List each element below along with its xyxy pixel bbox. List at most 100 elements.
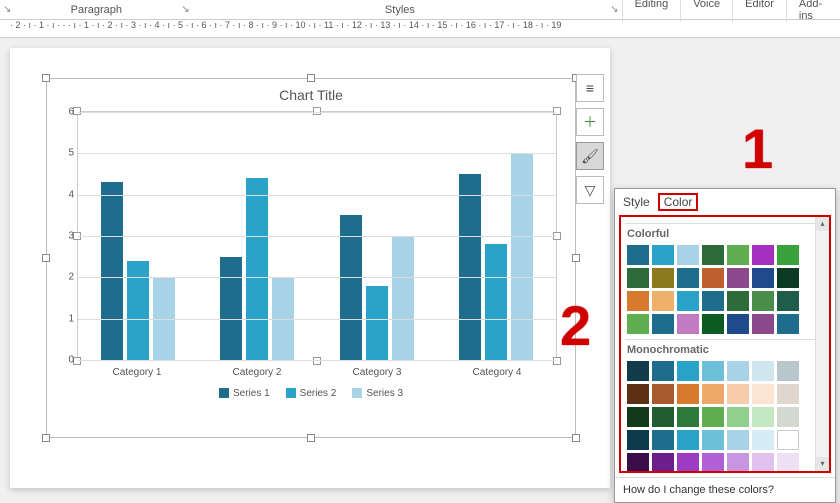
bar[interactable] bbox=[366, 286, 388, 360]
color-swatch[interactable] bbox=[727, 291, 749, 311]
color-swatch[interactable] bbox=[752, 361, 774, 381]
color-swatch[interactable] bbox=[652, 407, 674, 427]
color-swatch[interactable] bbox=[777, 453, 799, 473]
palette-row[interactable] bbox=[627, 430, 811, 450]
color-swatch[interactable] bbox=[752, 291, 774, 311]
color-swatch[interactable] bbox=[652, 268, 674, 288]
chart-object[interactable]: Chart Title 0123456 Category 1Category 2… bbox=[46, 78, 576, 438]
selection-handle[interactable] bbox=[42, 434, 50, 442]
ribbon-group-editor[interactable]: Editor bbox=[732, 0, 786, 22]
color-swatch[interactable] bbox=[777, 430, 799, 450]
color-swatch[interactable] bbox=[652, 361, 674, 381]
color-swatch[interactable] bbox=[777, 268, 799, 288]
color-swatch[interactable] bbox=[627, 361, 649, 381]
color-swatch[interactable] bbox=[677, 430, 699, 450]
bar[interactable] bbox=[101, 182, 123, 360]
palette-row[interactable] bbox=[627, 361, 811, 381]
selection-handle[interactable] bbox=[572, 434, 580, 442]
palette-row[interactable] bbox=[627, 453, 811, 473]
color-swatch[interactable] bbox=[777, 291, 799, 311]
bar[interactable] bbox=[459, 174, 481, 360]
bar[interactable] bbox=[127, 261, 149, 360]
color-swatch[interactable] bbox=[652, 245, 674, 265]
styles-launcher2-icon[interactable]: ↘ bbox=[607, 4, 621, 15]
selection-handle[interactable] bbox=[42, 74, 50, 82]
color-swatch[interactable] bbox=[777, 384, 799, 404]
bar[interactable] bbox=[485, 244, 507, 360]
legend-item[interactable]: Series 1 bbox=[219, 388, 270, 399]
color-swatch[interactable] bbox=[752, 384, 774, 404]
legend-item[interactable]: Series 3 bbox=[352, 388, 403, 399]
color-swatch[interactable] bbox=[652, 314, 674, 334]
color-swatch[interactable] bbox=[752, 407, 774, 427]
color-swatch[interactable] bbox=[652, 291, 674, 311]
tab-style[interactable]: Style bbox=[623, 195, 650, 209]
color-swatch[interactable] bbox=[777, 407, 799, 427]
color-swatch[interactable] bbox=[677, 314, 699, 334]
color-swatch[interactable] bbox=[677, 291, 699, 311]
color-swatch[interactable] bbox=[677, 407, 699, 427]
color-swatch[interactable] bbox=[702, 407, 724, 427]
chart-legend[interactable]: Series 1 Series 2 Series 3 bbox=[47, 388, 575, 399]
color-swatch[interactable] bbox=[702, 384, 724, 404]
layout-options-button[interactable]: ≡ bbox=[576, 74, 604, 102]
color-swatch[interactable] bbox=[677, 453, 699, 473]
palette-row[interactable] bbox=[627, 407, 811, 427]
plot-area[interactable]: 0123456 bbox=[77, 111, 557, 361]
color-swatch[interactable] bbox=[702, 314, 724, 334]
scroll-down-icon[interactable]: ▾ bbox=[816, 457, 829, 471]
color-swatch[interactable] bbox=[727, 407, 749, 427]
color-swatch[interactable] bbox=[677, 384, 699, 404]
color-swatch[interactable] bbox=[752, 245, 774, 265]
color-swatch[interactable] bbox=[627, 291, 649, 311]
paragraph-launcher-icon[interactable]: ↘ bbox=[0, 4, 14, 15]
selection-handle[interactable] bbox=[42, 254, 50, 262]
panel-scrollbar[interactable]: ▴ ▾ bbox=[815, 217, 829, 471]
chart-styles-button[interactable]: 🖌 bbox=[576, 142, 604, 170]
horizontal-ruler[interactable]: · 2 · ı · 1 · ı · · · ı · 1 · ı · 2 · ı … bbox=[0, 20, 840, 38]
styles-launcher-icon[interactable]: ↘ bbox=[178, 4, 192, 15]
color-swatch[interactable] bbox=[727, 384, 749, 404]
color-swatch[interactable] bbox=[627, 314, 649, 334]
color-swatch[interactable] bbox=[627, 384, 649, 404]
scroll-up-icon[interactable]: ▴ bbox=[816, 217, 829, 231]
bar[interactable] bbox=[340, 215, 362, 360]
color-swatch[interactable] bbox=[627, 268, 649, 288]
color-swatch[interactable] bbox=[777, 361, 799, 381]
bar[interactable] bbox=[392, 236, 414, 360]
color-swatch[interactable] bbox=[702, 245, 724, 265]
color-swatch[interactable] bbox=[727, 268, 749, 288]
legend-item[interactable]: Series 2 bbox=[286, 388, 337, 399]
color-swatch[interactable] bbox=[702, 430, 724, 450]
palette-row[interactable] bbox=[627, 314, 811, 334]
selection-handle[interactable] bbox=[307, 74, 315, 82]
color-swatch[interactable] bbox=[677, 361, 699, 381]
color-swatch[interactable] bbox=[702, 291, 724, 311]
bar[interactable] bbox=[246, 178, 268, 360]
color-swatch[interactable] bbox=[777, 245, 799, 265]
color-swatch[interactable] bbox=[627, 453, 649, 473]
color-swatch[interactable] bbox=[752, 430, 774, 450]
color-swatch[interactable] bbox=[702, 453, 724, 473]
color-swatch[interactable] bbox=[627, 430, 649, 450]
selection-handle[interactable] bbox=[572, 254, 580, 262]
tab-color[interactable]: Color bbox=[658, 193, 699, 211]
color-swatch[interactable] bbox=[727, 430, 749, 450]
color-swatch[interactable] bbox=[652, 384, 674, 404]
bar[interactable] bbox=[511, 153, 533, 360]
color-swatch[interactable] bbox=[727, 453, 749, 473]
color-swatch[interactable] bbox=[727, 314, 749, 334]
color-swatch[interactable] bbox=[727, 245, 749, 265]
color-swatch[interactable] bbox=[677, 245, 699, 265]
color-swatch[interactable] bbox=[677, 268, 699, 288]
ribbon-group-editing[interactable]: Editing bbox=[622, 0, 681, 22]
color-swatch[interactable] bbox=[652, 453, 674, 473]
color-swatch[interactable] bbox=[727, 361, 749, 381]
chart-filters-button[interactable]: ▽ bbox=[576, 176, 604, 204]
bar[interactable] bbox=[220, 257, 242, 360]
palette-row[interactable] bbox=[627, 245, 811, 265]
color-swatch[interactable] bbox=[702, 361, 724, 381]
color-swatch[interactable] bbox=[777, 314, 799, 334]
ribbon-group-addins[interactable]: Add-ins bbox=[786, 0, 840, 22]
selection-handle[interactable] bbox=[307, 434, 315, 442]
